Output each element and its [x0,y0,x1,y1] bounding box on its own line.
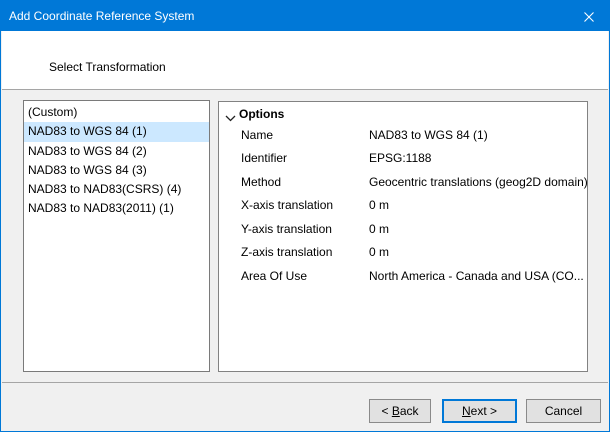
list-item-selected[interactable]: NAD83 to WGS 84 (1) [24,122,209,141]
option-label: Y-axis translation [241,222,369,236]
option-value: EPSG:1188 [369,151,587,165]
option-value: 0 m [369,198,587,212]
option-label: X-axis translation [241,198,369,212]
back-label-mnemonic: B [392,404,400,418]
option-row: X-axis translation0 m [219,194,587,218]
options-title: Options [239,107,284,121]
list-item[interactable]: (Custom) [24,103,209,122]
option-value: 0 m [369,245,587,259]
list-item[interactable]: NAD83 to NAD83(2011) (1) [24,199,209,218]
button-bar: < Back Next > Cancel [2,384,608,431]
list-item[interactable]: NAD83 to WGS 84 (3) [24,161,209,180]
close-button[interactable] [569,0,609,31]
option-row: Area Of UseNorth America - Canada and US… [219,264,587,288]
wizard-step-title: Select Transformation [49,60,166,74]
window-title: Add Coordinate Reference System [1,9,569,23]
title-bar[interactable]: Add Coordinate Reference System [1,0,609,31]
options-rows: NameNAD83 to WGS 84 (1) IdentifierEPSG:1… [219,123,587,288]
dialog-window: Add Coordinate Reference System Select T… [0,0,610,432]
next-label-mnemonic: N [462,404,471,418]
option-row: NameNAD83 to WGS 84 (1) [219,123,587,147]
back-label-suffix: ack [400,404,419,418]
option-value: North America - Canada and USA (CO... [369,269,587,283]
option-row: Y-axis translation0 m [219,217,587,241]
options-panel: Options NameNAD83 to WGS 84 (1) Identifi… [218,101,588,372]
next-label-suffix: ext > [471,404,497,418]
cancel-button[interactable]: Cancel [526,399,601,423]
list-item[interactable]: NAD83 to WGS 84 (2) [24,142,209,161]
cancel-label: Cancel [545,404,582,418]
option-value: 0 m [369,222,587,236]
option-label: Z-axis translation [241,245,369,259]
back-label-prefix: < [381,404,391,418]
option-row: IdentifierEPSG:1188 [219,147,587,171]
wizard-header: Select Transformation [2,31,608,90]
back-button[interactable]: < Back [369,399,431,423]
option-value: Geocentric translations (geog2D domain) [369,175,587,189]
option-label: Method [241,175,369,189]
option-row: Z-axis translation0 m [219,241,587,265]
options-header: Options [219,106,587,124]
list-item[interactable]: NAD83 to NAD83(CSRS) (4) [24,180,209,199]
option-row: MethodGeocentric translations (geog2D do… [219,170,587,194]
transformation-list[interactable]: (Custom) NAD83 to WGS 84 (1) NAD83 to WG… [23,100,210,372]
next-button[interactable]: Next > [442,399,517,423]
close-icon [584,11,594,21]
option-label: Name [241,128,369,142]
wizard-page: (Custom) NAD83 to WGS 84 (1) NAD83 to WG… [2,91,608,383]
option-label: Identifier [241,151,369,165]
option-label: Area Of Use [241,269,369,283]
option-value: NAD83 to WGS 84 (1) [369,128,587,142]
